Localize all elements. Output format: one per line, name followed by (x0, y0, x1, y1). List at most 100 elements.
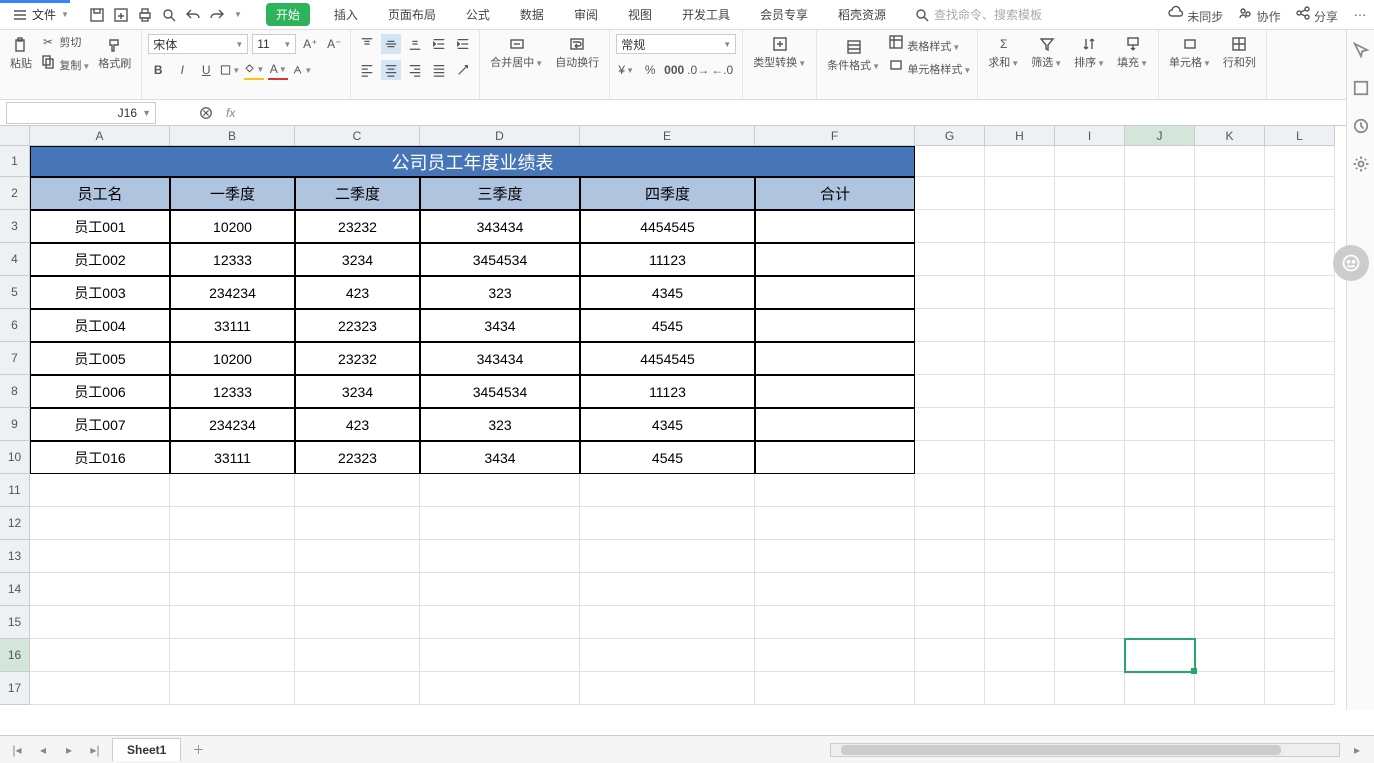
cell[interactable] (915, 639, 985, 672)
data-cell[interactable]: 3454534 (420, 375, 580, 408)
cell[interactable] (1125, 474, 1195, 507)
cell[interactable] (755, 573, 915, 606)
cell[interactable] (295, 540, 420, 573)
cell[interactable] (1055, 243, 1125, 276)
cell[interactable] (1195, 507, 1265, 540)
col-head-J[interactable]: J (1125, 126, 1195, 146)
cell[interactable] (1125, 408, 1195, 441)
cell[interactable] (1195, 639, 1265, 672)
horizontal-scrollbar[interactable] (830, 743, 1340, 757)
cell[interactable] (1265, 573, 1335, 606)
cell[interactable] (985, 146, 1055, 177)
cell[interactable] (170, 507, 295, 540)
cell[interactable] (985, 573, 1055, 606)
cell[interactable] (1055, 573, 1125, 606)
cell[interactable] (420, 474, 580, 507)
tab-formula[interactable]: 公式 (460, 3, 496, 26)
cell[interactable] (985, 639, 1055, 672)
cell[interactable] (755, 639, 915, 672)
cell[interactable] (295, 672, 420, 705)
header-cell[interactable]: 合计 (755, 177, 915, 210)
cell[interactable] (1125, 639, 1195, 672)
tab-vip[interactable]: 会员专享 (754, 3, 814, 26)
increase-decimal-icon[interactable]: .0→ (688, 60, 708, 80)
row-head-17[interactable]: 17 (0, 672, 30, 705)
phonetic-icon[interactable]: ▼ (292, 60, 312, 80)
cell[interactable] (580, 507, 755, 540)
cell[interactable] (915, 408, 985, 441)
data-cell[interactable]: 11123 (580, 243, 755, 276)
cell[interactable] (915, 309, 985, 342)
cell[interactable] (1195, 573, 1265, 606)
fill-button[interactable]: 填充▼ (1113, 34, 1152, 72)
cell[interactable] (580, 573, 755, 606)
data-cell[interactable]: 员工016 (30, 441, 170, 474)
align-top-icon[interactable] (357, 34, 377, 54)
merge-center-button[interactable]: 合并居中▼ (486, 34, 547, 72)
cut-button[interactable]: ✂ 剪切 (40, 34, 90, 50)
cell[interactable] (1265, 507, 1335, 540)
undo-icon[interactable] (185, 7, 201, 23)
cell[interactable] (915, 540, 985, 573)
cell[interactable] (915, 342, 985, 375)
cell[interactable] (1265, 606, 1335, 639)
currency-icon[interactable]: ¥▼ (616, 60, 636, 80)
data-cell[interactable] (755, 243, 915, 276)
row-head-11[interactable]: 11 (0, 474, 30, 507)
col-head-K[interactable]: K (1195, 126, 1265, 146)
side-style-icon[interactable] (1351, 78, 1371, 98)
orientation-icon[interactable] (453, 60, 473, 80)
align-middle-icon[interactable] (381, 34, 401, 54)
tab-view[interactable]: 视图 (622, 3, 658, 26)
cell-style-button[interactable]: 单元格样式▼ (888, 57, 971, 77)
italic-icon[interactable]: I (172, 60, 192, 80)
cell[interactable] (30, 606, 170, 639)
cell[interactable] (1195, 540, 1265, 573)
cell[interactable] (170, 672, 295, 705)
tab-insert[interactable]: 插入 (328, 3, 364, 26)
data-cell[interactable] (755, 375, 915, 408)
cell[interactable] (1265, 540, 1335, 573)
cell[interactable] (915, 507, 985, 540)
cell[interactable] (1125, 573, 1195, 606)
cell[interactable] (1265, 441, 1335, 474)
cell[interactable] (985, 408, 1055, 441)
cell[interactable] (1195, 276, 1265, 309)
cell[interactable] (30, 573, 170, 606)
bold-icon[interactable]: B (148, 60, 168, 80)
col-head-D[interactable]: D (420, 126, 580, 146)
cell[interactable] (1265, 408, 1335, 441)
cell[interactable] (1125, 606, 1195, 639)
cell[interactable] (1055, 309, 1125, 342)
decrease-indent-icon[interactable] (429, 34, 449, 54)
cell[interactable] (1265, 639, 1335, 672)
cell[interactable] (30, 540, 170, 573)
col-head-H[interactable]: H (985, 126, 1055, 146)
number-format-select[interactable]: 常规▼ (616, 34, 736, 54)
percent-icon[interactable]: % (640, 60, 660, 80)
font-name-select[interactable]: 宋体▼ (148, 34, 248, 54)
cell[interactable] (1055, 375, 1125, 408)
row-head-1[interactable]: 1 (0, 146, 30, 177)
cell[interactable] (580, 672, 755, 705)
cell[interactable] (1195, 441, 1265, 474)
data-cell[interactable]: 23232 (295, 210, 420, 243)
rowcol-button[interactable]: 行和列 (1219, 34, 1260, 72)
sum-button[interactable]: Σ求和▼ (984, 34, 1023, 72)
header-cell[interactable]: 一季度 (170, 177, 295, 210)
data-cell[interactable]: 343434 (420, 210, 580, 243)
data-cell[interactable]: 323 (420, 408, 580, 441)
cell[interactable] (985, 540, 1055, 573)
cell[interactable] (1055, 540, 1125, 573)
cell[interactable] (580, 540, 755, 573)
cell[interactable] (915, 375, 985, 408)
data-cell[interactable]: 33111 (170, 441, 295, 474)
cell[interactable] (1195, 243, 1265, 276)
cell[interactable] (915, 210, 985, 243)
cell[interactable] (985, 210, 1055, 243)
cell[interactable] (170, 540, 295, 573)
cell[interactable] (1195, 672, 1265, 705)
cell[interactable] (755, 540, 915, 573)
justify-icon[interactable] (429, 60, 449, 80)
header-cell[interactable]: 员工名 (30, 177, 170, 210)
